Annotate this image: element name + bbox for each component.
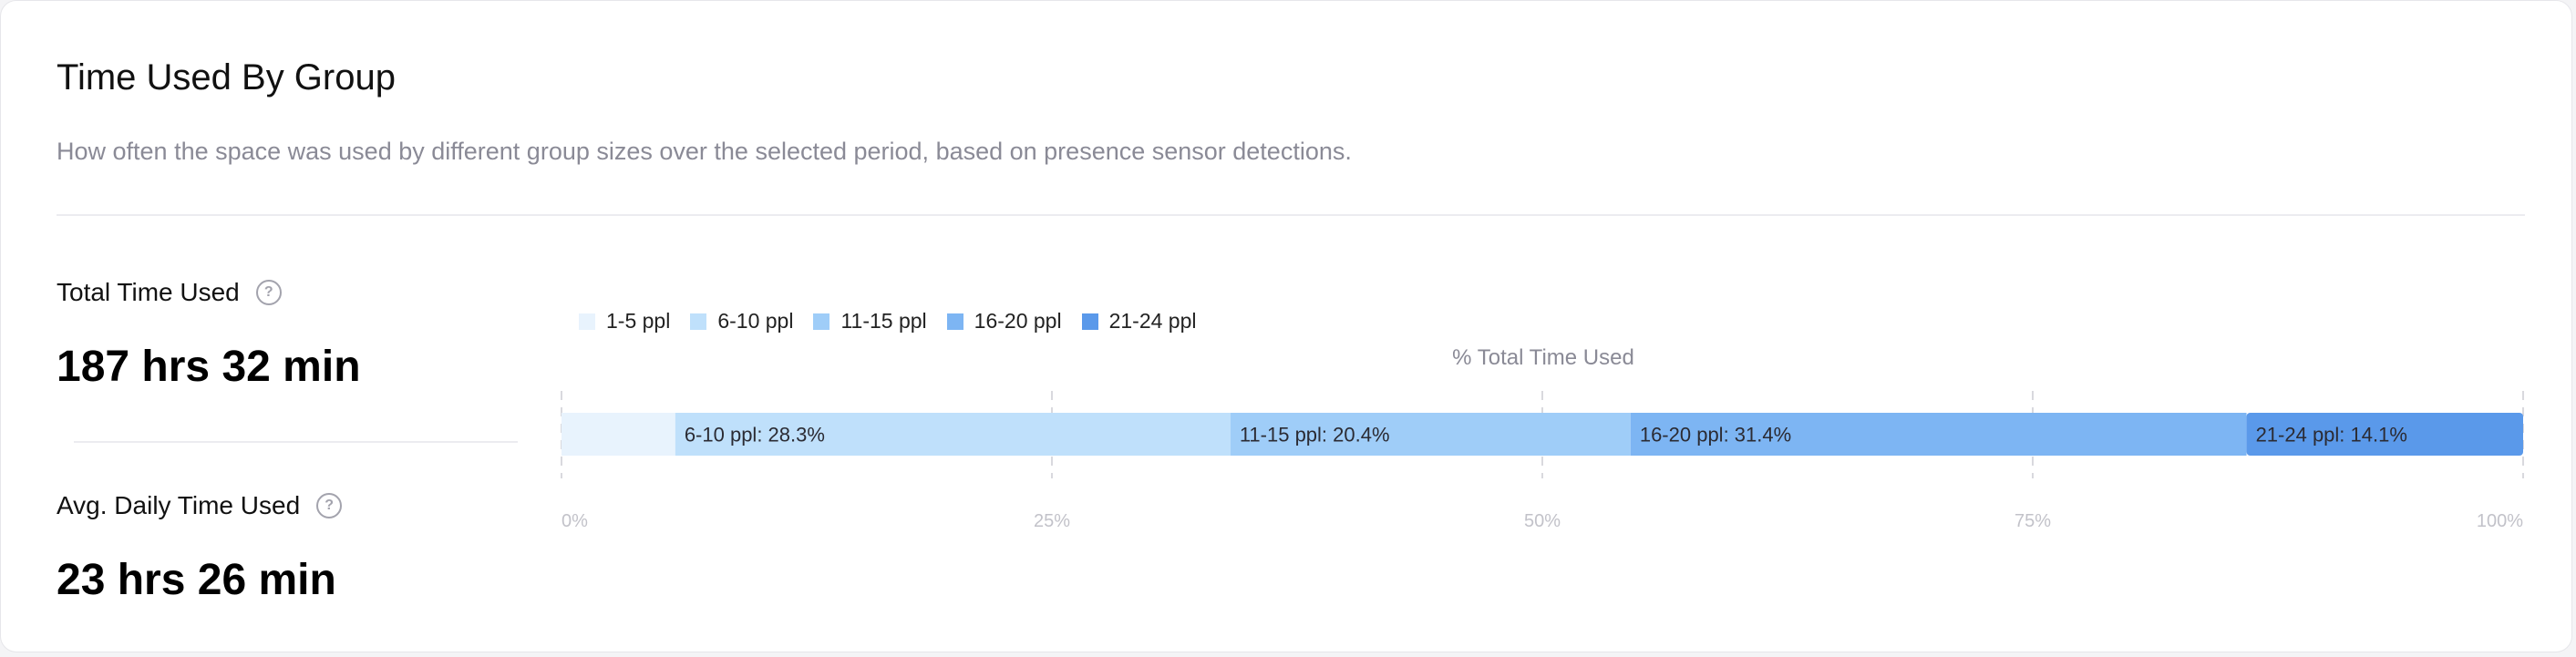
x-tick-label: 100% <box>2477 511 2523 531</box>
bar-data-label: 6-10 ppl: 28.3% <box>685 424 825 447</box>
time-used-by-group-card: Time Used By Group How often the space w… <box>0 0 2572 652</box>
bar-segment <box>562 413 675 456</box>
stacked-bar-chart: 6-10 ppl: 28.3% 11-15 ppl: 20.4% 16-20 ppl… <box>561 391 2524 531</box>
bar-data-label: 21-24 ppl: 14.1% <box>2256 424 2407 447</box>
bar-data-label: 11-15 ppl: 20.4% <box>1240 424 1390 447</box>
x-tick-label: 0% <box>562 511 588 531</box>
x-tick-label: 25% <box>1034 511 1070 531</box>
x-tick-label: 75% <box>2014 511 2051 531</box>
bar-data-label: 16-20 ppl: 31.4% <box>1640 424 1791 447</box>
x-tick-label: 50% <box>1524 511 1561 531</box>
